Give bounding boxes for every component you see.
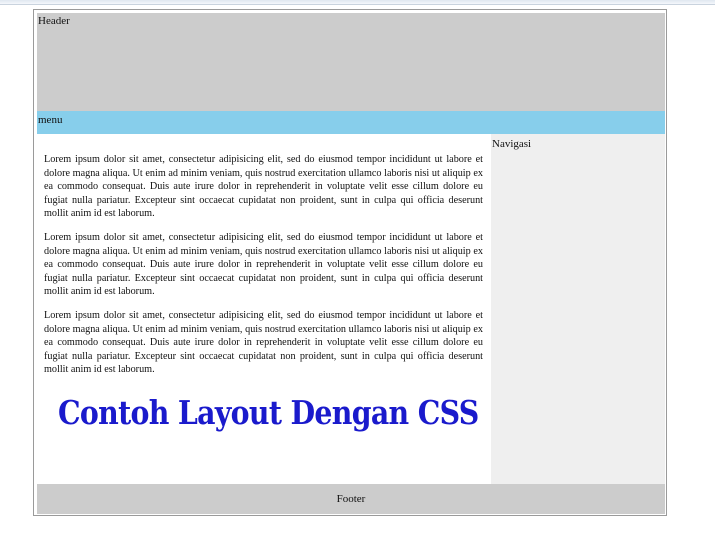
content-paragraph-2: Lorem ipsum dolor sit amet, consectetur … — [44, 231, 483, 298]
browser-top-edge — [0, 0, 715, 5]
content-paragraph-3: Lorem ipsum dolor sit amet, consectetur … — [44, 309, 483, 376]
header-region: Header — [37, 13, 665, 111]
menu-bar[interactable]: menu — [37, 111, 665, 134]
content-paragraph-1: Lorem ipsum dolor sit amet, consectetur … — [44, 154, 483, 220]
footer-label: Footer — [336, 493, 366, 505]
sidebar-navigation: Navigasi — [491, 134, 665, 484]
menu-label: menu — [38, 114, 63, 126]
footer-region: Footer — [37, 484, 665, 514]
page-container: Header menu Lorem ipsum dolor sit amet, … — [33, 9, 667, 516]
main-content: Lorem ipsum dolor sit amet, consectetur … — [37, 134, 491, 484]
page-title: Contoh Layout Dengan CSS — [58, 392, 479, 432]
sidebar-title: Navigasi — [492, 138, 532, 150]
header-label: Header — [38, 15, 70, 27]
